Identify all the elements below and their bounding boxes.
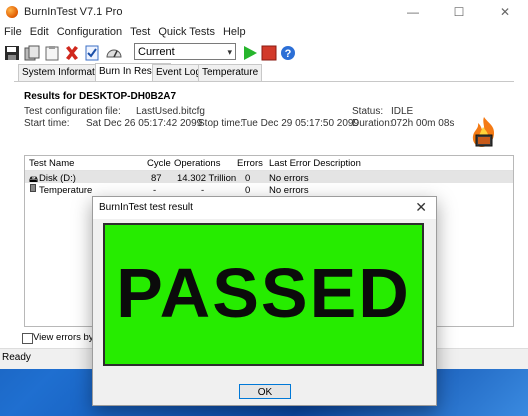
- duration-label: Duration:: [352, 118, 393, 129]
- start-time-label: Start time:: [24, 118, 70, 129]
- menu-file[interactable]: File: [0, 26, 26, 38]
- last-error-cell: No errors: [269, 185, 309, 196]
- tab-temperature[interactable]: Temperature: [198, 64, 263, 81]
- clipboard-icon[interactable]: [44, 45, 60, 61]
- column-header-last-error[interactable]: Last Error Description: [269, 158, 361, 169]
- column-header-test-name[interactable]: Test Name: [29, 158, 74, 169]
- save-icon[interactable]: [4, 45, 20, 61]
- stop-icon[interactable]: [261, 45, 277, 61]
- dialog-title-bar: BurnInTest test result ✕: [93, 197, 436, 219]
- chevron-down-icon: ▾: [227, 47, 232, 57]
- ok-button[interactable]: OK: [239, 384, 291, 399]
- column-header-errors[interactable]: Errors: [237, 158, 263, 169]
- errors-cell: 0: [245, 185, 251, 196]
- column-header-cycle[interactable]: Cycle: [147, 158, 171, 169]
- title-bar: BurnInTest V7.1 Pro — ☐ ✕: [0, 0, 528, 24]
- status-text: Ready: [2, 352, 31, 363]
- result-banner: PASSED: [103, 223, 424, 366]
- status-label: Status:: [352, 106, 384, 117]
- stop-time-value: Tue Dec 29 05:17:50 2099: [241, 118, 360, 129]
- stop-time-label: Stop time:: [198, 118, 244, 129]
- cycle-cell: -: [153, 185, 157, 196]
- tab-divider: [14, 81, 514, 82]
- maximize-button[interactable]: ☐: [436, 0, 482, 24]
- close-button[interactable]: ✕: [482, 0, 528, 24]
- window-title: BurnInTest V7.1 Pro: [24, 6, 123, 18]
- menu-edit[interactable]: Edit: [26, 26, 53, 38]
- dialog-close-button[interactable]: ✕: [415, 199, 427, 216]
- view-errors-checkbox[interactable]: [22, 333, 33, 344]
- menu-test[interactable]: Test: [126, 26, 154, 38]
- app-icon: [6, 6, 18, 18]
- menu-configuration[interactable]: Configuration: [53, 26, 126, 38]
- burn-in-flame-icon: [472, 117, 494, 147]
- help-icon[interactable]: ?: [280, 45, 296, 61]
- copy-icon[interactable]: [24, 45, 40, 61]
- thermometer-icon: [30, 184, 36, 192]
- config-file-label: Test configuration file:: [24, 106, 121, 117]
- test-result-dialog: BurnInTest test result ✕ PASSED OK: [92, 196, 437, 406]
- minimize-button[interactable]: —: [390, 0, 436, 24]
- menu-bar: File Edit Configuration Test Quick Tests Help: [0, 26, 250, 42]
- duration-value: 072h 00m 08s: [391, 118, 455, 129]
- result-text: PASSED: [116, 254, 411, 332]
- svg-text:?: ?: [285, 48, 292, 60]
- status-value: IDLE: [391, 106, 414, 117]
- start-time-value: Sat Dec 26 05:17:42 2099: [86, 118, 203, 129]
- checklist-icon[interactable]: [84, 45, 100, 61]
- column-header-operations[interactable]: Operations: [174, 158, 220, 169]
- table-header: Test Name Cycle Operations Errors Last E…: [25, 156, 513, 171]
- gauge-icon[interactable]: [106, 45, 122, 61]
- dialog-title: BurnInTest test result: [99, 202, 193, 213]
- play-icon[interactable]: [242, 45, 258, 61]
- menu-quick-tests[interactable]: Quick Tests: [154, 26, 219, 38]
- table-row[interactable]: 🖴 Disk (D:) 87 14.302 Trillion 0 No erro…: [25, 171, 513, 184]
- table-row[interactable]: Temperature - - 0 No errors: [25, 183, 513, 196]
- test-name-cell: Temperature: [39, 185, 93, 196]
- configuration-select[interactable]: Current configuration ▾: [134, 43, 236, 75]
- menu-help[interactable]: Help: [219, 26, 250, 38]
- delete-icon[interactable]: [64, 45, 80, 61]
- results-title: Results for DESKTOP-DH0B2A7: [24, 91, 177, 102]
- config-file-value: LastUsed.bitcfg: [136, 106, 205, 117]
- operations-cell: -: [201, 185, 205, 196]
